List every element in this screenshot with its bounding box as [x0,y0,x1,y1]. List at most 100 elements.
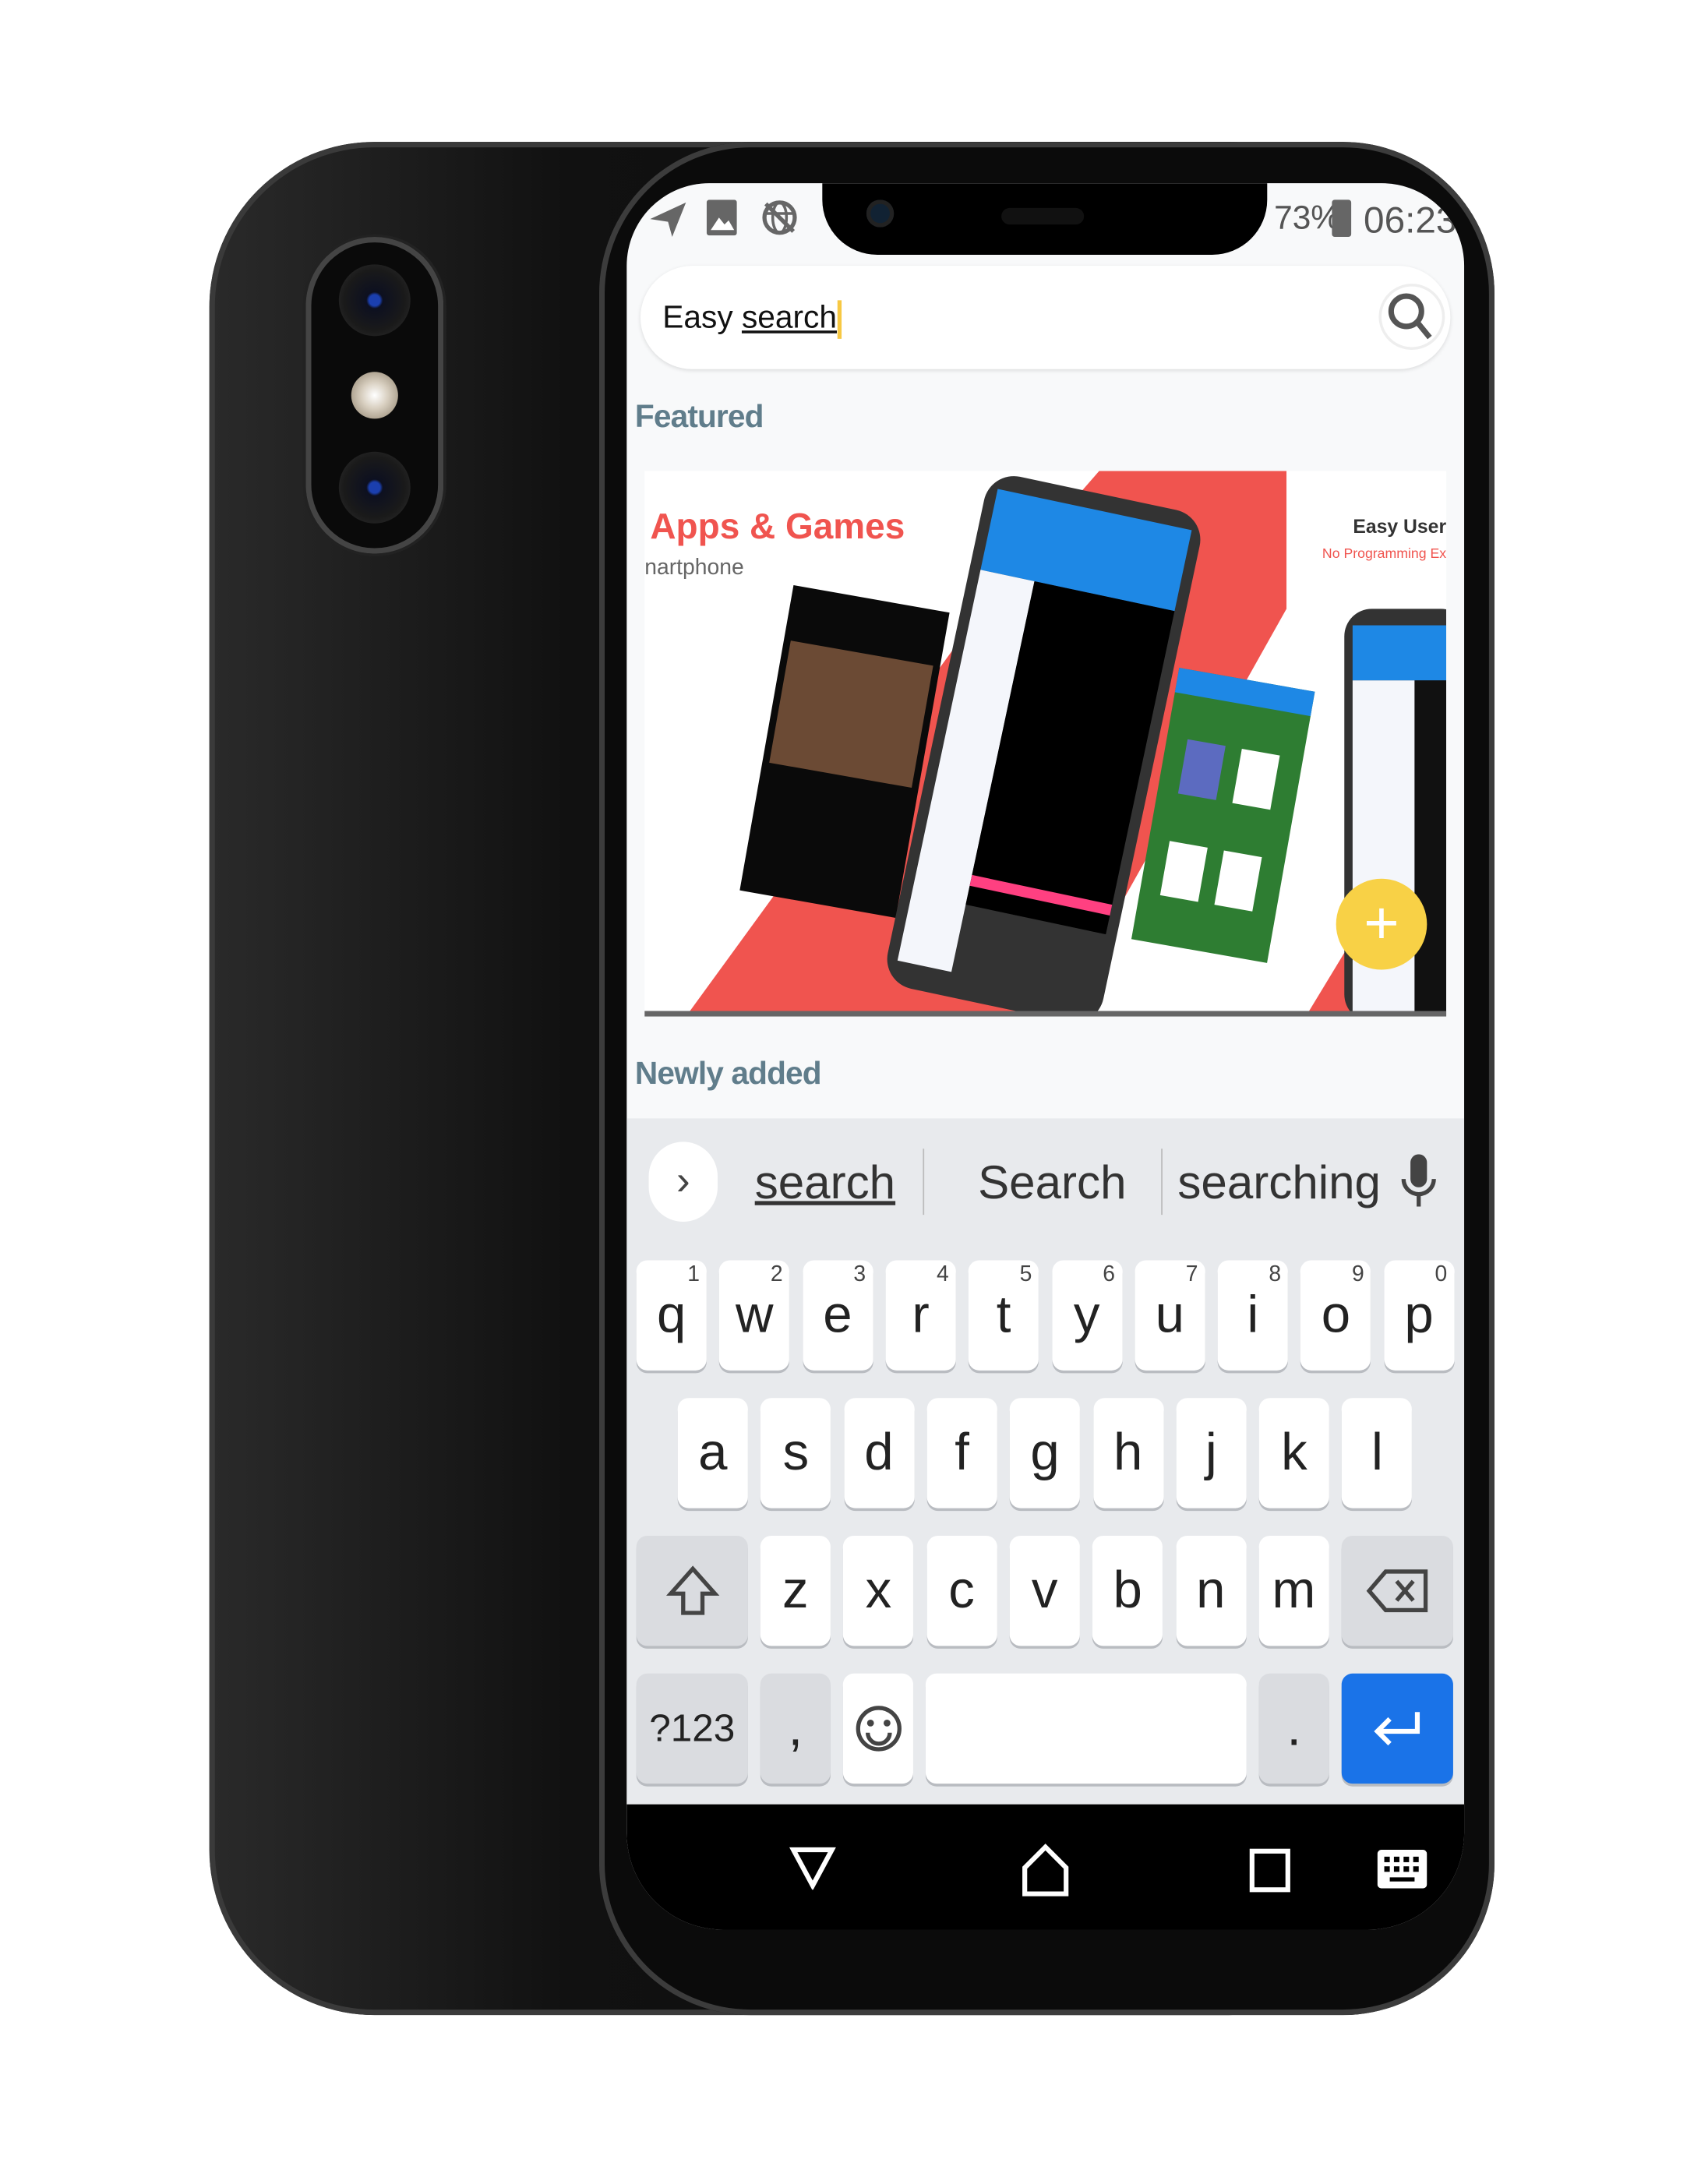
key-label: l [1371,1423,1383,1482]
key-label: u [1155,1286,1184,1344]
home-icon[interactable] [1021,1843,1071,1898]
key-d[interactable]: d [843,1398,915,1508]
key-label: p [1404,1286,1434,1344]
battery-icon [1332,199,1352,238]
key-g[interactable]: g [1010,1398,1081,1508]
keyboard-switch-icon[interactable] [1377,1850,1427,1889]
key-c[interactable]: c [926,1535,997,1646]
key-label: j [1205,1423,1217,1482]
backspace-key[interactable] [1341,1535,1453,1646]
battery-percent: 73% [1274,199,1341,238]
enter-arrow-icon [1373,1712,1420,1746]
key-hint-number: 7 [1185,1262,1198,1287]
key-q[interactable]: q1 [636,1260,707,1371]
section-title-newly-added: Newly added [634,1055,822,1092]
key-label: f [955,1423,969,1482]
back-triangle-icon[interactable] [789,1846,836,1890]
key-k[interactable]: k [1258,1398,1329,1508]
key-label: r [912,1286,930,1344]
key-a[interactable]: a [677,1398,748,1508]
notch [822,183,1268,256]
key-v[interactable]: v [1009,1535,1080,1646]
flash-icon [351,372,398,419]
expand-suggestions-chevron-icon[interactable]: › [648,1141,718,1222]
rear-camera-module [305,237,444,554]
key-hint-number: 0 [1435,1262,1448,1287]
banner-right-title: Easy User [1353,515,1447,538]
space-key[interactable] [925,1673,1247,1784]
key-label: d [864,1423,894,1482]
key-y[interactable]: y6 [1051,1260,1122,1371]
key-u[interactable]: u7 [1135,1260,1205,1371]
key-hint-number: 2 [770,1262,783,1287]
key-b[interactable]: b [1092,1535,1163,1646]
key-label: v [1031,1561,1058,1619]
divider [1161,1149,1163,1216]
comma-key[interactable]: , [760,1673,831,1784]
navigation-bar [626,1804,1465,1930]
key-o[interactable]: o9 [1300,1260,1371,1371]
enter-key[interactable] [1341,1673,1453,1784]
period-key[interactable]: . [1258,1673,1329,1784]
front-camera-icon [866,199,895,228]
suggestion-2[interactable]: Search [978,1157,1126,1211]
suggestion-3[interactable]: searching [1177,1157,1381,1211]
key-label: q [657,1286,686,1344]
key-label: o [1321,1286,1351,1344]
key-r[interactable]: r4 [885,1260,956,1371]
key-j[interactable]: j [1176,1398,1247,1508]
key-label: z [782,1561,809,1619]
camera-lens-icon [338,451,411,524]
key-label: h [1113,1423,1143,1482]
key-m[interactable]: m [1258,1535,1329,1646]
key-t[interactable]: t5 [969,1260,1039,1371]
search-icon[interactable] [1378,282,1446,351]
suggestion-1[interactable]: search [755,1157,895,1211]
key-label: g [1030,1423,1060,1482]
key-label: b [1113,1561,1142,1619]
key-label: c [948,1561,975,1619]
key-w[interactable]: w2 [719,1260,790,1371]
divider [923,1149,925,1216]
key-label: w [736,1286,774,1344]
camera-lens-icon [338,264,411,337]
key-label: k [1281,1423,1307,1482]
key-n[interactable]: n [1175,1535,1246,1646]
key-h[interactable]: h [1092,1398,1163,1508]
key-hint-number: 5 [1019,1262,1032,1287]
shift-key[interactable] [636,1535,748,1646]
key-l[interactable]: l [1342,1398,1413,1508]
key-x[interactable]: x [843,1535,914,1646]
key-label: x [865,1561,892,1619]
key-s[interactable]: s [760,1398,831,1508]
section-title-featured: Featured [634,397,764,434]
key-e[interactable]: e3 [802,1260,873,1371]
speaker-grille [1001,207,1085,225]
microphone-icon[interactable] [1401,1154,1437,1209]
emoji-key[interactable] [842,1673,913,1784]
featured-banner[interactable]: Apps & Games nartphone Easy User No Prog… [644,471,1447,1017]
search-input-value: Easy search [662,299,842,339]
key-hint-number: 4 [937,1262,949,1287]
key-p[interactable]: p0 [1383,1260,1455,1371]
banner-title: Apps & Games [650,505,905,547]
key-hint-number: 9 [1351,1262,1364,1287]
image-icon [706,199,737,236]
key-i[interactable]: i8 [1217,1260,1288,1371]
symbols-key[interactable]: ?123 [636,1673,748,1784]
key-label: n [1196,1561,1226,1619]
key-hint-number: 3 [853,1262,866,1287]
recents-square-icon[interactable] [1249,1848,1290,1893]
text-caret [837,300,842,339]
key-z[interactable]: z [760,1535,831,1646]
key-label: t [996,1286,1011,1344]
key-label: e [823,1286,852,1344]
shift-arrow-icon [665,1565,719,1615]
key-hint-number: 6 [1103,1262,1115,1287]
search-input[interactable]: Easy search [640,266,1451,369]
key-f[interactable]: f [926,1398,997,1508]
emoji-icon [855,1706,902,1752]
key-label: s [782,1423,810,1482]
globe-off-icon [762,200,797,235]
keyboard: › search Search searching ?123 , . q1w2e… [626,1118,1465,1805]
